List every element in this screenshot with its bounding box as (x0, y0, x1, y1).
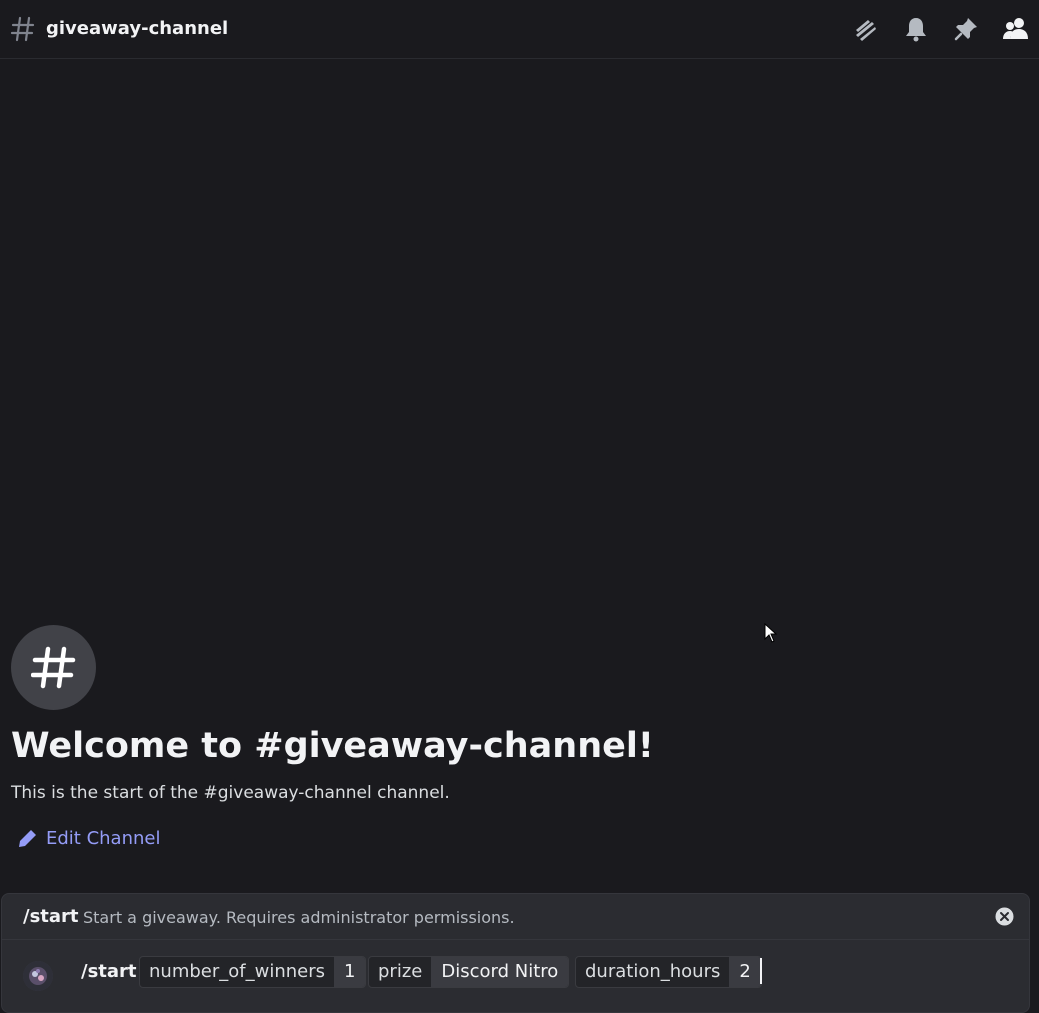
channel-avatar (11, 625, 96, 710)
option-prize[interactable]: prize Discord Nitro (368, 956, 570, 988)
welcome-title: Welcome to #giveaway-channel! (11, 726, 654, 766)
option-name: number_of_winners (149, 961, 325, 982)
bell-icon[interactable] (902, 15, 930, 43)
edit-channel-label: Edit Channel (46, 827, 161, 849)
command-description: Start a giveaway. Requires administrator… (83, 908, 515, 927)
option-value[interactable]: 2 (729, 957, 761, 987)
command-input[interactable]: /start number_of_winners 1 prize Discord… (2, 940, 1029, 1006)
command-header: /start Start a giveaway. Requires admini… (2, 894, 1029, 940)
hashtag-icon (10, 16, 35, 42)
threads-icon[interactable] (852, 15, 880, 43)
option-number-of-winners[interactable]: number_of_winners 1 (139, 956, 367, 988)
option-value[interactable]: 1 (334, 957, 366, 987)
close-icon[interactable] (995, 907, 1014, 926)
option-duration-hours[interactable]: duration_hours 2 (575, 956, 762, 988)
pin-icon[interactable] (952, 15, 980, 43)
welcome-subtitle: This is the start of the #giveaway-chann… (11, 783, 450, 803)
option-name: duration_hours (585, 961, 721, 982)
hashtag-icon (31, 646, 76, 689)
members-icon[interactable] (1002, 15, 1030, 43)
edit-channel-link[interactable]: Edit Channel (18, 825, 160, 851)
pencil-icon (19, 829, 36, 847)
bot-avatar (23, 961, 53, 991)
input-command-name: /start (81, 961, 137, 982)
text-caret (760, 958, 762, 984)
option-value[interactable]: Discord Nitro (431, 957, 569, 987)
command-name: /start (23, 906, 79, 927)
slash-command-panel: /start Start a giveaway. Requires admini… (1, 893, 1030, 1013)
channel-header: giveaway-channel (0, 0, 1039, 59)
channel-title: giveaway-channel (46, 18, 229, 39)
mouse-pointer-icon (764, 623, 778, 643)
option-name: prize (378, 961, 423, 982)
